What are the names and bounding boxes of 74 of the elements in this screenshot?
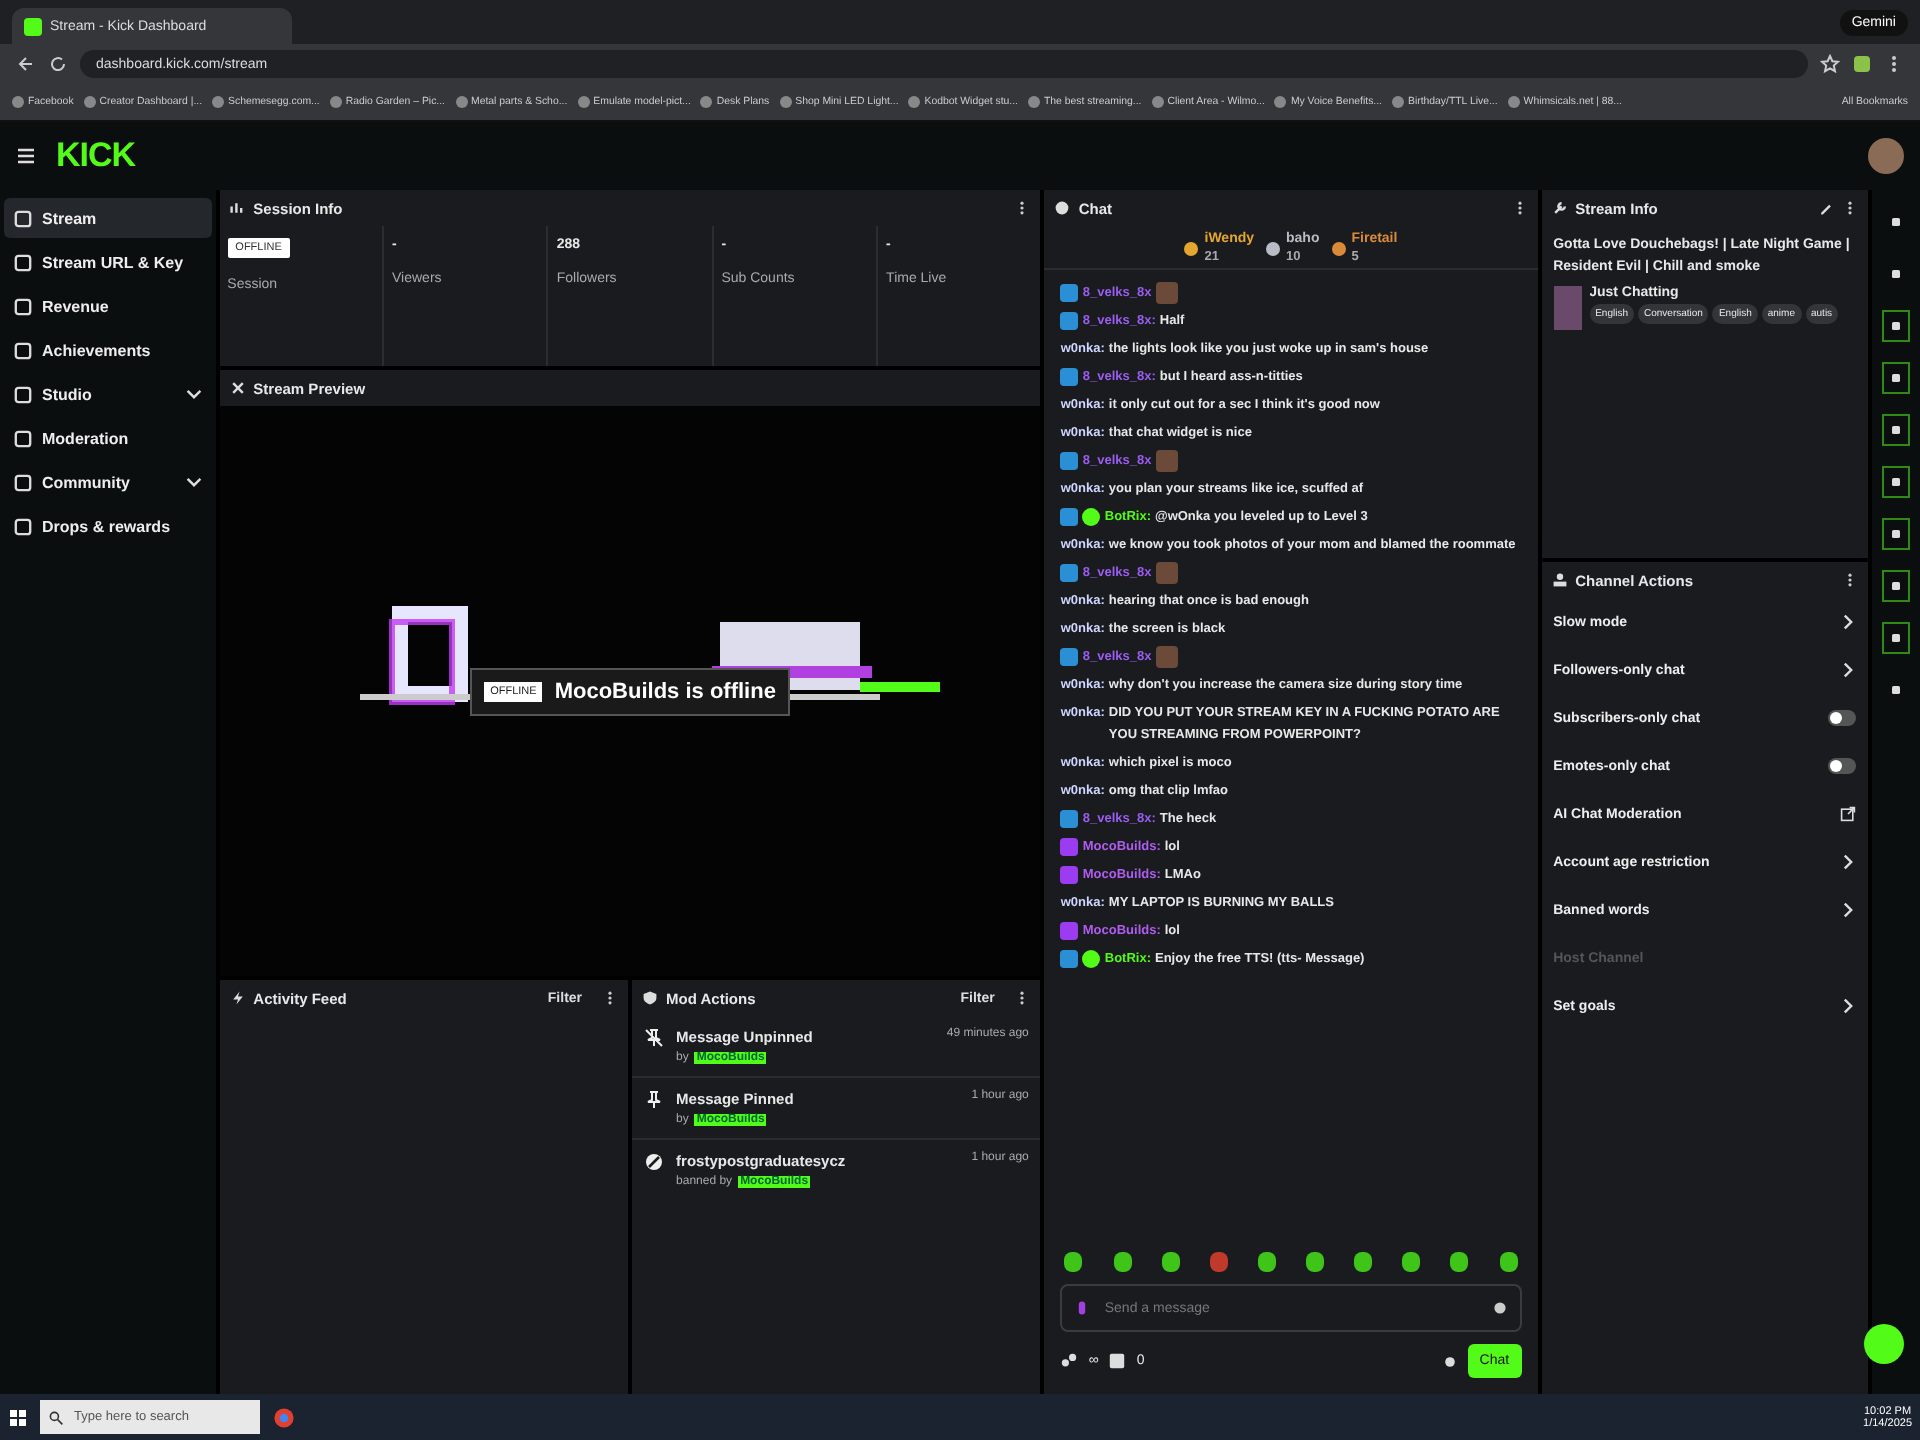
avatar[interactable] xyxy=(1868,138,1904,174)
star-icon xyxy=(1820,54,1840,74)
nav-icon xyxy=(14,517,32,535)
rail-button[interactable] xyxy=(1882,466,1911,498)
category-thumbnail xyxy=(1553,286,1582,330)
emote-icon[interactable] xyxy=(1499,1252,1517,1272)
rail-button[interactable] xyxy=(1882,570,1911,602)
rail-button[interactable] xyxy=(1882,622,1911,654)
sidebar-item[interactable]: Achievements xyxy=(4,330,212,370)
emote-icon[interactable] xyxy=(1209,1252,1228,1272)
rail-button[interactable] xyxy=(1882,518,1911,550)
kick-favicon-icon xyxy=(24,17,42,35)
nav-icon xyxy=(14,209,32,227)
tool-icon xyxy=(1888,370,1905,386)
toggle-switch[interactable] xyxy=(1828,758,1857,774)
shield-icon xyxy=(642,990,659,1006)
chrome-icon xyxy=(272,1405,296,1429)
tool-icon xyxy=(1888,474,1905,490)
edit-icon xyxy=(1818,200,1835,216)
nav-icon xyxy=(14,473,32,491)
emote-icon[interactable] xyxy=(1450,1252,1469,1272)
rail-button[interactable] xyxy=(1882,414,1911,446)
emote-icon[interactable] xyxy=(1354,1252,1373,1272)
wrench-icon xyxy=(1551,200,1568,216)
bolt-icon xyxy=(229,990,246,1006)
tool-icon xyxy=(1888,630,1905,646)
card-icon xyxy=(1108,1352,1127,1370)
sidebar-item[interactable]: Studio xyxy=(4,374,212,414)
tool-icon xyxy=(1888,526,1905,542)
tool-icon xyxy=(1888,422,1905,438)
extension-icon xyxy=(1852,54,1872,74)
chevron-down-icon xyxy=(185,474,202,490)
tool-icon xyxy=(1888,578,1905,594)
expand-icon xyxy=(229,380,246,396)
chevron-right-icon xyxy=(1840,662,1857,678)
emote-icon[interactable] xyxy=(1161,1252,1180,1272)
ban-icon xyxy=(644,1152,665,1172)
menu-icon xyxy=(16,146,36,166)
chevron-right-icon xyxy=(1840,854,1857,870)
chevron-right-icon xyxy=(1840,902,1857,918)
back-icon xyxy=(16,54,36,74)
people-icon xyxy=(1060,1352,1079,1370)
chevron-down-icon xyxy=(185,386,202,402)
rail-button[interactable] xyxy=(1882,362,1911,394)
sidebar-item[interactable]: Community xyxy=(4,462,212,502)
sidebar-item[interactable]: Drops & rewards xyxy=(4,506,212,546)
emote-icon[interactable] xyxy=(1113,1252,1131,1272)
tool-icon xyxy=(1888,318,1905,334)
rail-button[interactable] xyxy=(1882,310,1911,342)
unpin-icon xyxy=(644,1028,665,1048)
reload-icon xyxy=(48,54,68,74)
sidebar-item[interactable]: Stream URL & Key xyxy=(4,242,212,282)
sidebar-item[interactable]: Moderation xyxy=(4,418,212,458)
emote-icon[interactable] xyxy=(1257,1252,1276,1272)
windows-icon xyxy=(8,1407,28,1427)
toggle-switch[interactable] xyxy=(1828,710,1857,726)
offline-status: MocoBuilds is offline xyxy=(554,679,776,703)
chevron-right-icon xyxy=(1840,998,1857,1014)
emote-icon[interactable] xyxy=(1402,1252,1421,1272)
emote-icon[interactable] xyxy=(1306,1252,1324,1272)
nav-icon xyxy=(14,429,32,447)
emote-icon[interactable] xyxy=(1064,1252,1083,1272)
nav-icon xyxy=(14,253,32,271)
kick-logo[interactable]: KICK xyxy=(56,136,136,176)
nav-icon xyxy=(14,341,32,359)
sidebar-item[interactable]: Revenue xyxy=(4,286,212,326)
chevron-right-icon xyxy=(1840,614,1857,630)
external-link-icon xyxy=(1840,806,1857,822)
nav-icon xyxy=(14,297,32,315)
search-icon xyxy=(48,1409,64,1425)
pin-icon xyxy=(644,1090,665,1110)
sidebar-item[interactable]: Stream xyxy=(4,198,212,238)
chart-icon xyxy=(229,200,246,216)
nav-icon xyxy=(14,385,32,403)
